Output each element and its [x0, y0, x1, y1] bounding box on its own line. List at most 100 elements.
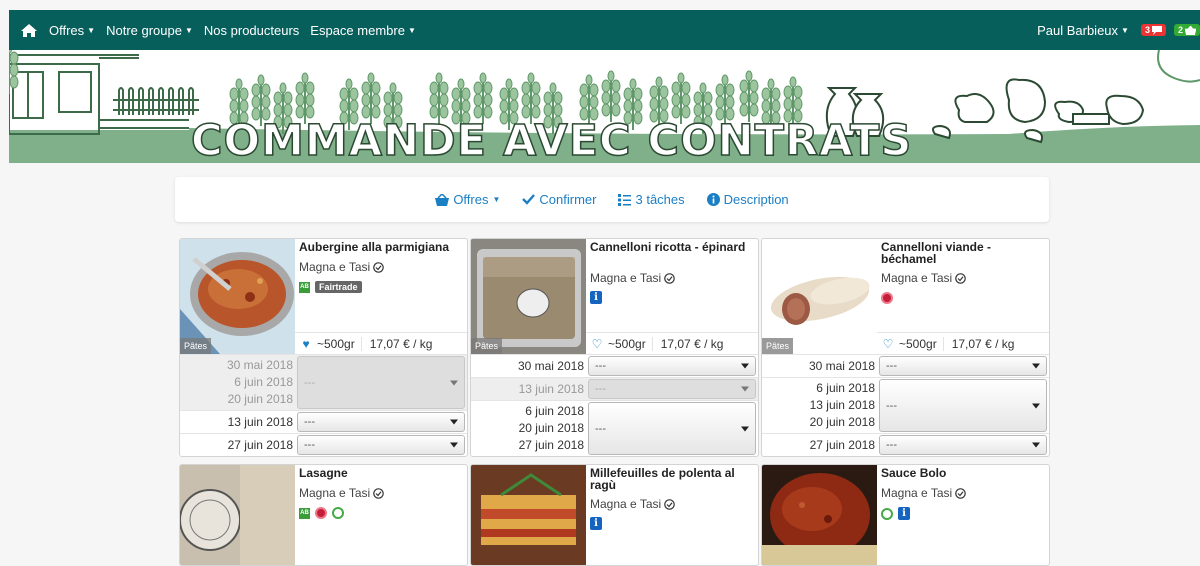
product-labels: i [881, 507, 910, 520]
page-title: COMMANDE AVEC CONTRATS [190, 116, 913, 163]
messages-badge[interactable]: 3 [1140, 24, 1166, 36]
product-card-millefeuilles: Millefeuilles de polenta al ragù Magna e… [470, 464, 759, 566]
info-icon[interactable]: i [898, 507, 910, 520]
quantity-select[interactable]: --- [297, 435, 465, 455]
product-price: 17,07 € / kg [660, 337, 724, 351]
product-title[interactable]: Sauce Bolo [881, 467, 1045, 479]
delivery-dates-group: 30 mai 2018 --- [471, 354, 758, 377]
product-title[interactable]: Millefeuilles de polenta al ragù [590, 467, 754, 491]
product-labels: AB [299, 507, 344, 519]
product-title[interactable]: Cannelloni viande - béchamel [881, 241, 1045, 265]
description-button[interactable]: Description [706, 192, 789, 207]
delivery-dates: 13 juin 2018 [180, 411, 295, 433]
quantity-select-value: --- [595, 383, 606, 395]
confirm-button[interactable]: Confirmer [522, 192, 596, 207]
product-image[interactable]: Pâtes [471, 239, 586, 354]
nav-espace-membre[interactable]: Espace membre ▼ [310, 23, 416, 38]
delivery-dates-group: 13 juin 2018 --- [180, 410, 467, 433]
delivery-dates: 27 juin 2018 [762, 434, 877, 456]
basket-icon [1185, 25, 1196, 35]
producer-name: Magna e Tasi [299, 260, 371, 274]
product-image[interactable]: Pâtes [762, 239, 877, 354]
producer-link[interactable]: Magna e Tasi [881, 271, 966, 285]
product-image[interactable] [762, 465, 877, 565]
producer-link[interactable]: Magna e Tasi [881, 486, 966, 500]
product-card-cannelloni-viande: Pâtes Cannelloni viande - béchamel Magna… [761, 238, 1050, 457]
producer-link[interactable]: Magna e Tasi [299, 486, 384, 500]
cannelloni-viande-image [762, 239, 877, 354]
product-image[interactable] [471, 465, 586, 565]
messages-count: 3 [1144, 25, 1150, 35]
delivery-date: 6 juin 2018 [234, 375, 293, 389]
basket-count: 2 [1177, 25, 1183, 35]
favorite-heart-icon[interactable]: ♥ [295, 337, 317, 351]
delivery-date: 6 juin 2018 [816, 381, 875, 395]
quantity-select[interactable]: --- [879, 356, 1047, 376]
home-button[interactable] [9, 10, 49, 50]
dropdown-arrow-icon [741, 363, 749, 369]
delivery-date: 27 juin 2018 [227, 437, 293, 452]
check-circle-icon [955, 272, 966, 284]
delivery-date: 13 juin 2018 [809, 398, 875, 412]
nav-right: Paul Barbieux ▼ 3 2 [1037, 10, 1200, 50]
favorite-heart-outline-icon[interactable]: ♡ [586, 337, 608, 351]
organic-label-icon: AB [299, 281, 310, 293]
producer-name: Magna e Tasi [590, 497, 662, 511]
quantity-select-value: --- [886, 439, 897, 451]
lasagne-image [180, 465, 295, 565]
product-title[interactable]: Aubergine alla parmigiana [299, 241, 463, 253]
price-row: ♥ ~500gr 17,07 € / kg [295, 332, 467, 355]
producer-link[interactable]: Magna e Tasi [299, 260, 384, 274]
product-price: 17,07 € / kg [951, 337, 1015, 351]
nav-notre-groupe[interactable]: Notre groupe ▼ [106, 23, 193, 38]
quantity-select[interactable]: --- [879, 379, 1047, 432]
product-image[interactable]: Pâtes [180, 239, 295, 354]
info-icon[interactable]: i [590, 517, 602, 530]
quantity-select[interactable]: --- [588, 379, 756, 399]
cannelloni-tray-image [471, 239, 586, 354]
delivery-dates-group: 13 juin 2018 --- [471, 377, 758, 400]
quantity-select[interactable]: --- [879, 435, 1047, 455]
quality-label-icon [881, 292, 893, 304]
price-row: ♡ ~500gr 17,07 € / kg [877, 332, 1049, 355]
producer-link[interactable]: Magna e Tasi [590, 497, 675, 511]
delivery-date: 20 juin 2018 [227, 392, 293, 406]
producer-link[interactable]: Magna e Tasi [590, 271, 675, 285]
offers-dropdown-button[interactable]: Offres ▼ [435, 192, 500, 207]
product-image[interactable] [180, 465, 295, 565]
product-title[interactable]: Lasagne [299, 467, 463, 479]
organic-label-icon: AB [299, 507, 310, 519]
dropdown-arrow-icon [1032, 442, 1040, 448]
quantity-select[interactable]: --- [297, 356, 465, 409]
user-menu[interactable]: Paul Barbieux ▼ [1037, 23, 1129, 38]
tasks-button[interactable]: 3 tâches [618, 192, 685, 207]
delivery-dates-group: 6 juin 2018 13 juin 2018 20 juin 2018 --… [762, 377, 1049, 433]
quantity-select-value: --- [595, 360, 606, 372]
delivery-date: 30 mai 2018 [808, 358, 875, 373]
delivery-date: 30 mai 2018 [226, 358, 293, 372]
quantity-select[interactable]: --- [297, 412, 465, 432]
confirm-label: Confirmer [539, 192, 597, 207]
basket-badge[interactable]: 2 [1173, 24, 1200, 36]
product-title[interactable]: Cannelloni ricotta - épinard [590, 241, 754, 253]
delivery-date: 27 juin 2018 [518, 438, 584, 452]
quantity-select[interactable]: --- [588, 402, 756, 455]
offers-label: Offres [453, 192, 489, 207]
delivery-dates-group: 30 mai 2018 --- [762, 354, 1049, 377]
dropdown-arrow-icon [450, 442, 458, 448]
nav-offres[interactable]: Offres ▼ [49, 23, 95, 38]
delivery-dates: 6 juin 2018 20 juin 2018 27 juin 2018 [471, 401, 586, 456]
check-circle-icon [955, 487, 966, 499]
nav-nos-producteurs[interactable]: Nos producteurs [204, 23, 299, 38]
check-circle-icon [373, 487, 384, 499]
info-icon[interactable]: i [590, 291, 602, 304]
quantity-select[interactable]: --- [588, 356, 756, 376]
product-labels [881, 292, 893, 304]
delivery-date: 6 juin 2018 [525, 404, 584, 418]
tasks-list-icon [618, 193, 632, 206]
quantity-select-value: --- [304, 376, 315, 389]
sauce-bolo-image [762, 465, 877, 565]
favorite-heart-outline-icon[interactable]: ♡ [877, 337, 899, 351]
delivery-date: 20 juin 2018 [518, 421, 584, 435]
check-circle-icon [664, 498, 675, 510]
